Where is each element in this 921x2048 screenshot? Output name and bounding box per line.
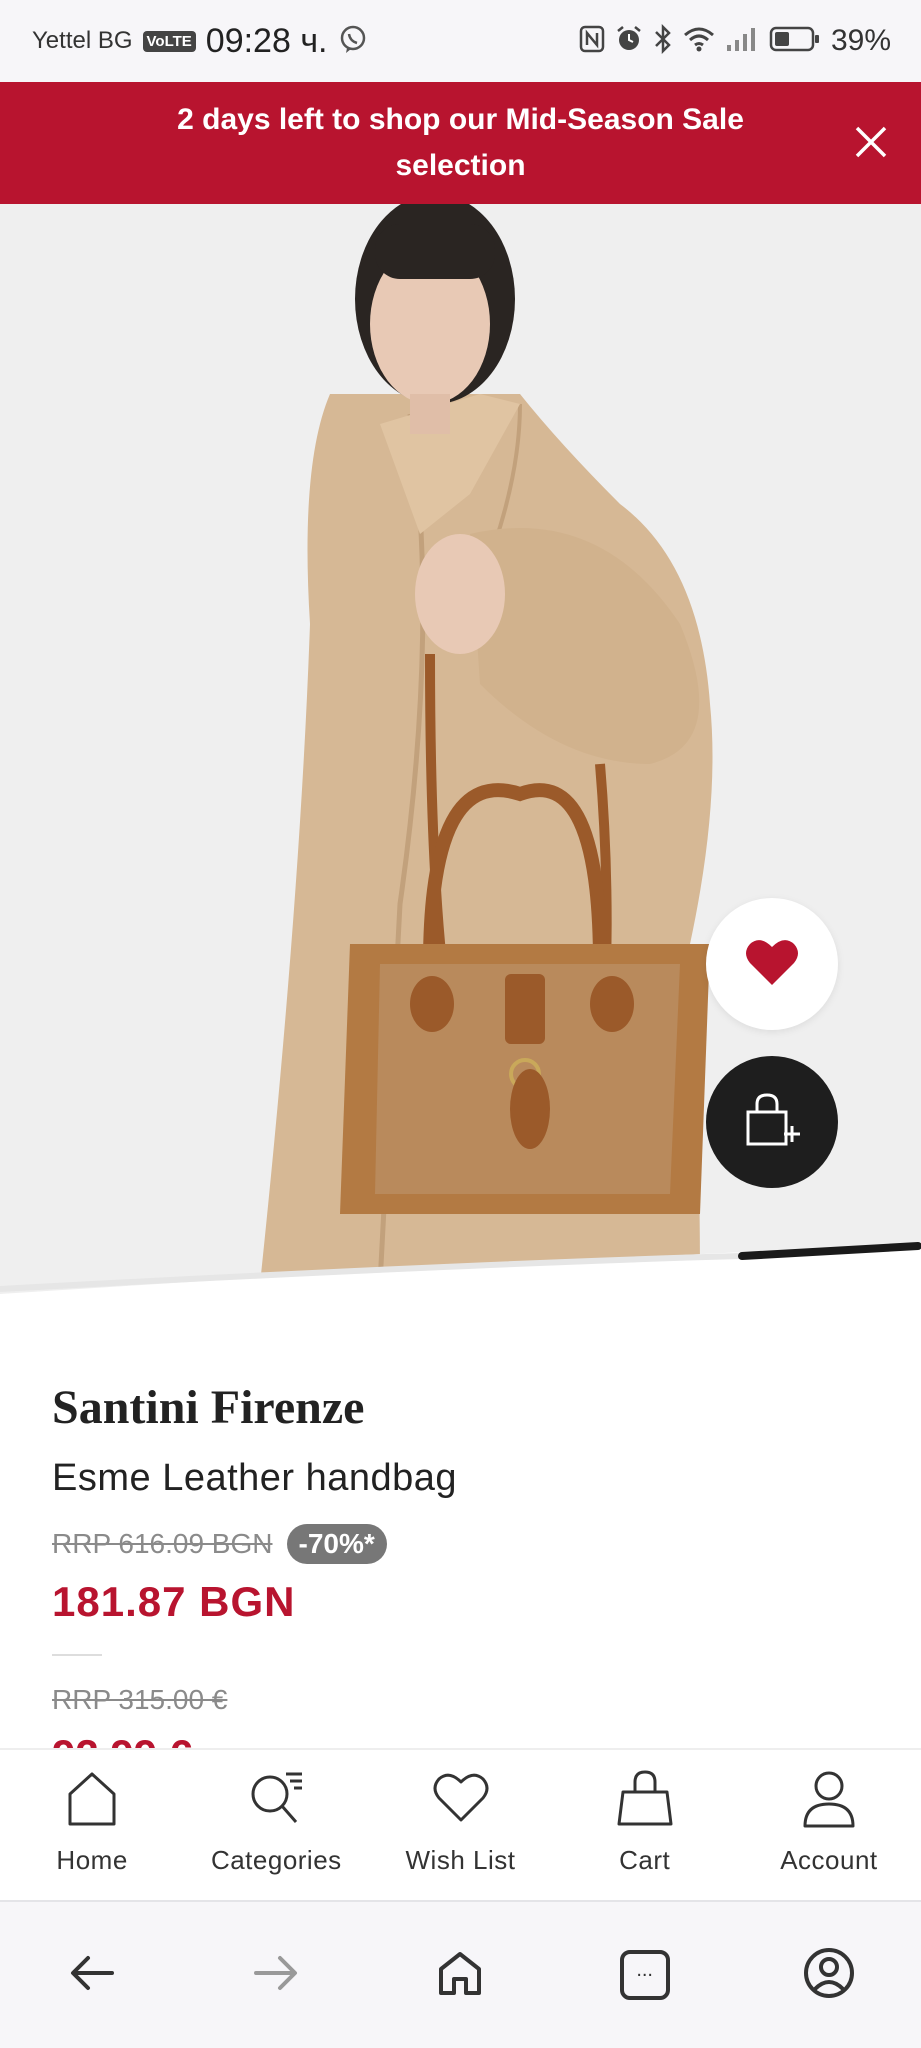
close-icon[interactable] [847,118,895,166]
nav-home[interactable]: Home [0,1750,184,1900]
nav-label-home: Home [56,1845,128,1875]
nav-label-account: Account [780,1845,878,1875]
nav-wishlist[interactable]: Wish List [368,1750,552,1900]
forward-icon [252,1953,300,1998]
price-divider [52,1654,102,1656]
viber-icon [338,24,368,59]
nav-cart[interactable]: Cart [553,1750,737,1900]
rrp-eur: RRP 315.00 € [52,1684,228,1715]
search-categories-icon [246,1768,306,1833]
tabs-button[interactable]: ... [605,1935,685,2015]
add-to-wishlist-button[interactable] [706,898,838,1030]
battery-percent: 39% [830,24,891,57]
heart-filled-icon [744,937,800,992]
alarm-icon [615,25,643,58]
browser-bar: ... [0,1900,921,2048]
battery-icon [769,25,821,58]
heart-icon [431,1768,491,1833]
bluetooth-icon [653,23,673,59]
nav-categories[interactable]: Categories [184,1750,368,1900]
status-bar: Yettel BG VoLTE 09:28 ч. 39% [0,0,921,82]
back-button[interactable] [52,1935,132,2015]
price-eur: 92.99 € [52,1728,192,1748]
forward-button[interactable] [236,1935,316,2015]
wifi-icon [683,25,715,58]
profile-button[interactable] [789,1935,869,2015]
tabs-icon: ... [619,1949,671,2001]
browser-home-button[interactable] [420,1935,500,2015]
brand-name[interactable]: Santini Firenze [52,1380,892,1435]
nfc-icon [579,25,605,58]
nav-label-wishlist: Wish List [405,1845,516,1875]
rrp-bgn: RRP 616.09 BGN [52,1528,273,1559]
sale-banner-text: 2 days left to shop our Mid-Season Sale … [177,103,744,182]
clock: 09:28 ч. [205,21,328,60]
bag-plus-icon [742,1092,802,1153]
sale-banner[interactable]: 2 days left to shop our Mid-Season Sale … [0,82,921,204]
product-image[interactable] [0,204,921,1300]
user-icon [801,1768,857,1833]
bottom-nav: Home Categories Wish List Cart Account [0,1748,921,1900]
discount-badge: -70%* [286,1524,387,1564]
tabs-label: ... [636,1959,653,1981]
product-name: Esme Leather handbag [52,1457,458,1499]
price-bgn: 181.87 BGN [52,1578,296,1625]
carrier-name: Yettel BG [32,27,133,54]
home-icon [64,1768,120,1833]
nav-label-categories: Categories [210,1845,342,1875]
product-info: Santini Firenze Esme Leather handbag RRP… [52,1380,892,1716]
add-to-cart-button[interactable] [706,1056,838,1188]
profile-icon [803,1947,855,2004]
volte-badge: VoLTE [142,30,196,52]
bag-icon [617,1768,673,1833]
nav-label-cart: Cart [619,1845,671,1875]
signal-icon [725,25,759,58]
back-icon [68,1953,116,1998]
nav-account[interactable]: Account [737,1750,921,1900]
home-icon [436,1949,484,2002]
